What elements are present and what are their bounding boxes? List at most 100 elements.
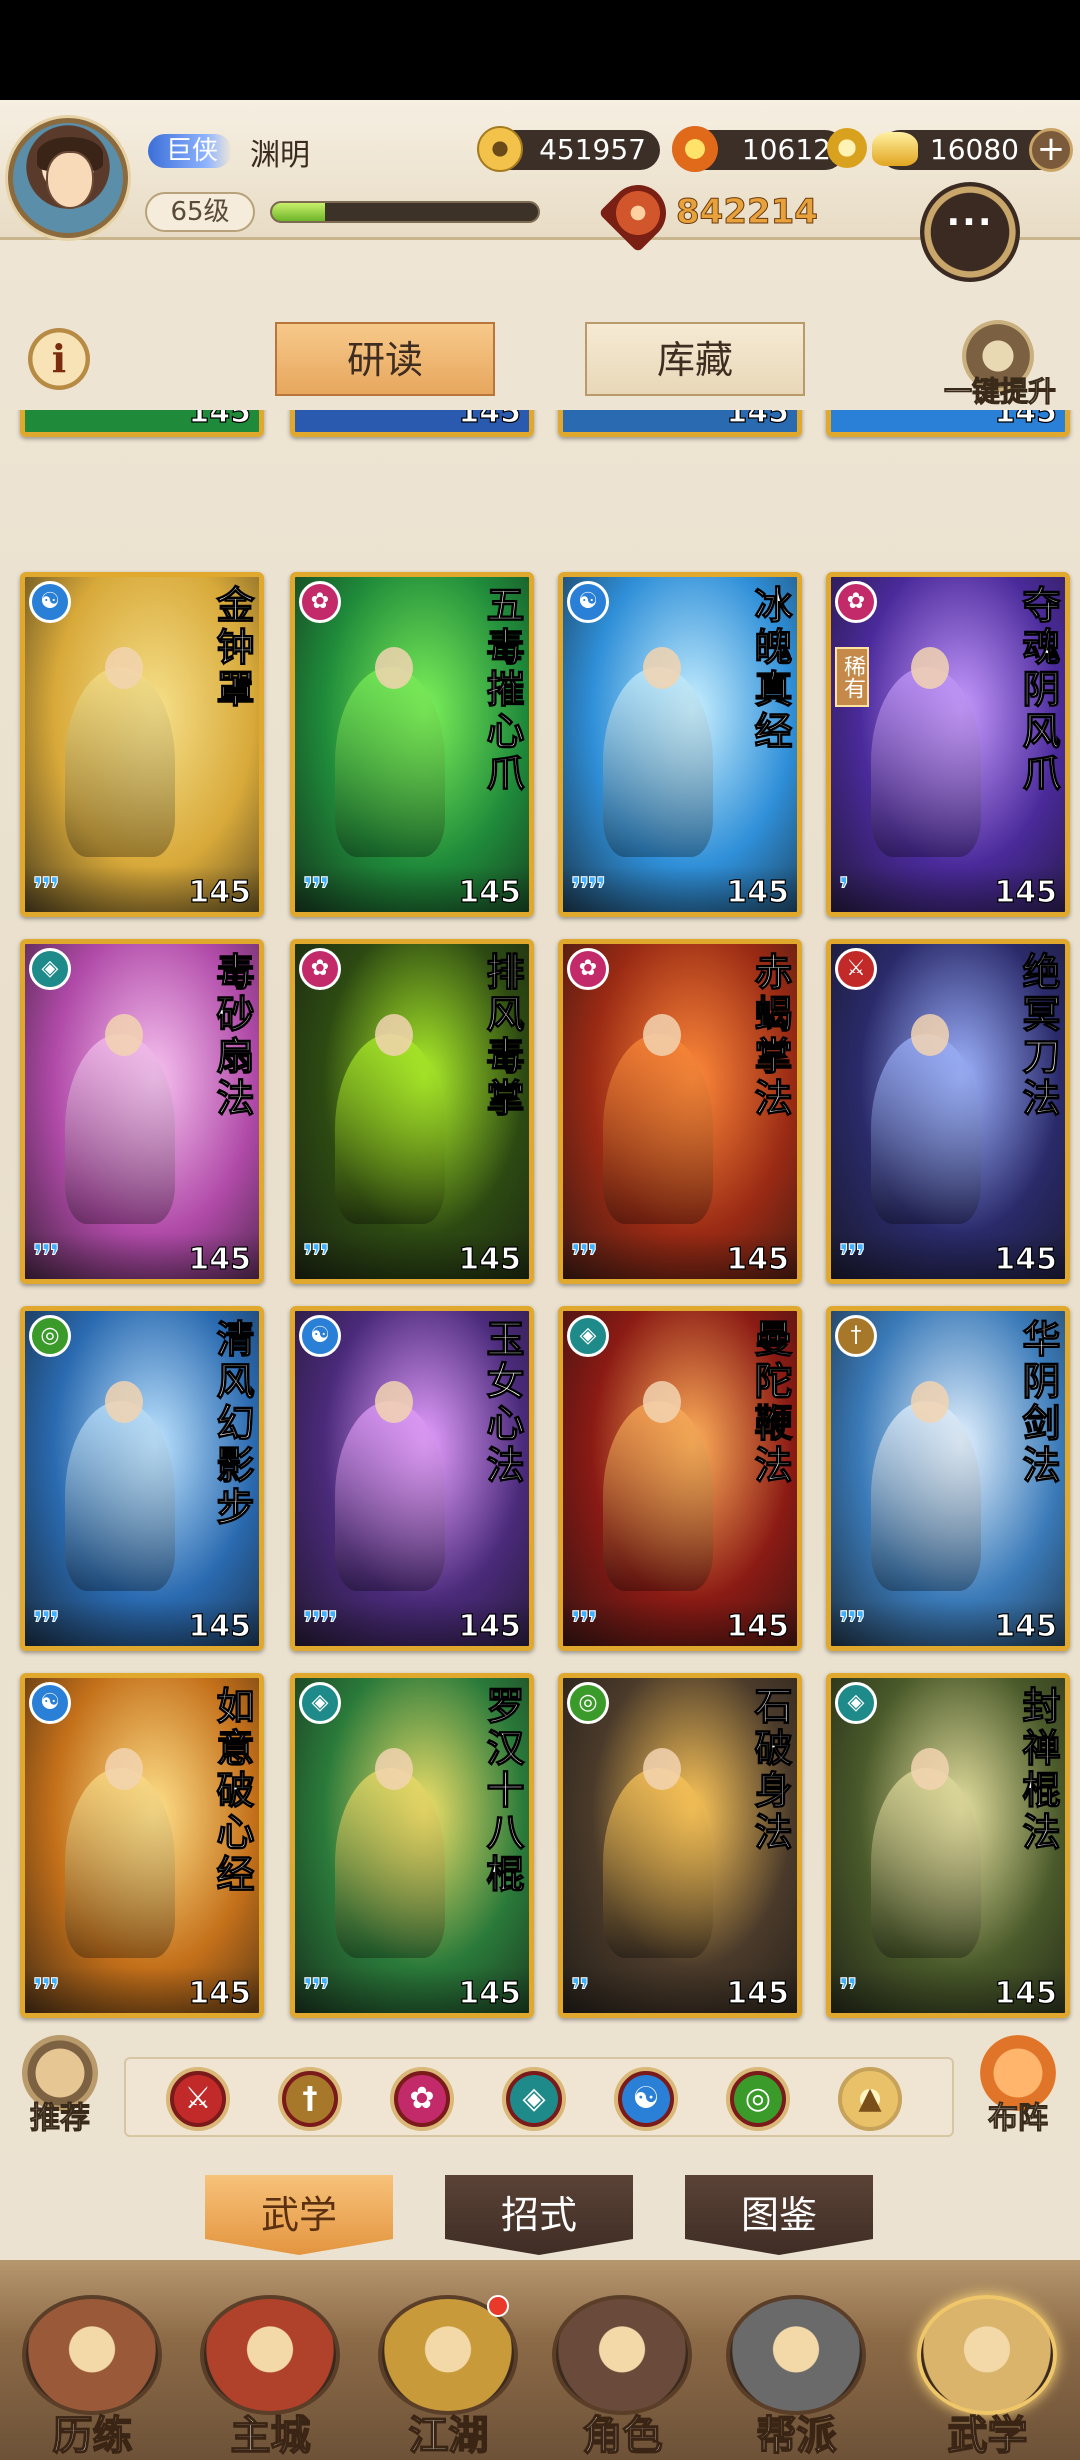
card-character: [65, 1401, 175, 1591]
tab-storage[interactable]: 库藏: [585, 322, 805, 396]
skill-card-partial[interactable]: 145 ❜❜❜❜: [558, 410, 802, 437]
formation-button[interactable]: 布阵: [970, 2035, 1066, 2141]
card-character: [871, 667, 981, 857]
taiji-icon[interactable]: ☯: [614, 2067, 678, 2131]
card-name: 排风毒掌: [479, 951, 525, 1120]
card-character: [65, 1034, 175, 1224]
skill-card[interactable]: ✿ 赤蝎掌法 ❜❜❜ 145: [558, 939, 802, 1284]
nav-label: 历练: [52, 2412, 134, 2460]
card-stars: ❜❜❜❜: [302, 410, 338, 429]
card-level: 145: [994, 1608, 1058, 1644]
arrow-up-icon[interactable]: ▲: [838, 2067, 902, 2131]
card-stars: ❜❜: [571, 1971, 591, 2010]
card-character-head: [105, 1014, 143, 1056]
skill-card[interactable]: ☯ 如意破心经 ❜❜❜ 145: [20, 1673, 264, 2018]
lotus-icon: ✿: [567, 948, 609, 990]
sect-filter-panel: ⚔ † ✿ ◈ ☯ ◎ ▲: [124, 2057, 954, 2137]
card-level: 145: [994, 1975, 1058, 2011]
card-character-head: [105, 1381, 143, 1423]
nav-item-guild[interactable]: 帮派: [714, 2295, 879, 2460]
card-character: [603, 1034, 713, 1224]
chat-button[interactable]: [920, 182, 1020, 282]
card-character: [335, 1401, 445, 1591]
nav-item-training[interactable]: 历练: [10, 2295, 175, 2460]
player-avatar[interactable]: [8, 118, 128, 238]
card-character: [871, 1401, 981, 1591]
skill-card-partial[interactable]: 145 ❜❜❜❜: [20, 410, 264, 437]
card-stars: ❜❜❜: [33, 1604, 61, 1643]
card-character-head: [643, 1748, 681, 1790]
card-character-head: [643, 647, 681, 689]
skill-card[interactable]: ◈ 封禅棍法 ❜❜ 145: [826, 1673, 1070, 2018]
lotus-icon: ✿: [299, 948, 341, 990]
card-stars: ❜❜❜❜: [32, 410, 68, 429]
sword-icon[interactable]: †: [278, 2067, 342, 2131]
nav-item-scroll[interactable]: 武学: [905, 2295, 1070, 2460]
ingot-icon: [827, 128, 867, 168]
card-level: 145: [188, 410, 252, 431]
card-stars: ❜❜❜: [571, 1604, 599, 1643]
card-name: 封禅棍法: [1015, 1685, 1061, 1854]
recommend-button[interactable]: 推荐: [12, 2035, 108, 2141]
card-stars: ❜❜❜: [303, 870, 331, 909]
card-stars: ❜❜❜: [33, 870, 61, 909]
nav-label: 江湖: [408, 2412, 490, 2460]
nav-item-city[interactable]: 主城: [188, 2295, 353, 2460]
tab-study[interactable]: 研读: [275, 322, 495, 396]
subtab-martial-arts[interactable]: 武学: [205, 2175, 393, 2255]
card-character: [65, 667, 175, 857]
taiji-icon: ☯: [29, 581, 71, 623]
card-level: 145: [994, 1241, 1058, 1277]
card-character-head: [105, 647, 143, 689]
card-character: [603, 1768, 713, 1958]
skill-card[interactable]: ⚔ 绝冥刀法 ❜❜❜ 145: [826, 939, 1070, 1284]
skill-card-partial[interactable]: 145 ❜❜❜❜: [290, 410, 534, 437]
swirl-icon: ◎: [567, 1682, 609, 1724]
card-name: 石破身法: [747, 1685, 793, 1854]
jade-value: 10612: [741, 133, 831, 166]
card-stars: ❜❜❜❜: [570, 870, 606, 909]
skill-card[interactable]: ◈ 曼陀鞭法 ❜❜❜ 145: [558, 1306, 802, 1651]
skill-card[interactable]: ☯ 金钟罩 ❜❜❜ 145: [20, 572, 264, 917]
skill-card[interactable]: ✿ 五毒摧心爪 ❜❜❜ 145: [290, 572, 534, 917]
subtab-codex[interactable]: 图鉴: [685, 2175, 873, 2255]
avatar-face: [46, 151, 94, 209]
card-name: 五毒摧心爪: [479, 584, 525, 795]
skill-card[interactable]: ☯ 冰魄真经 ❜❜❜❜ 145: [558, 572, 802, 917]
formation-label: 布阵: [988, 2101, 1049, 2137]
card-stars: ❜❜❜: [571, 1237, 599, 1276]
recommend-label: 推荐: [30, 2101, 91, 2137]
lotus-icon[interactable]: ✿: [390, 2067, 454, 2131]
card-character-head: [911, 1381, 949, 1423]
card-stars: ❜: [838, 870, 849, 909]
card-character-head: [105, 1748, 143, 1790]
skill-card[interactable]: ◈ 毒砂扇法 ❜❜❜ 145: [20, 939, 264, 1284]
card-name: 如意破心经: [209, 1685, 255, 1896]
jade-icon: [672, 126, 718, 172]
skill-card[interactable]: ✿ 排风毒掌 ❜❜❜ 145: [290, 939, 534, 1284]
skill-card[interactable]: ◈ 罗汉十八棍 ❜❜❜ 145: [290, 1673, 534, 2018]
card-character: [603, 1401, 713, 1591]
nav-item-character[interactable]: 角色: [540, 2295, 705, 2460]
card-stars: ❜❜❜❜: [838, 410, 874, 429]
nav-item-jianghu[interactable]: 江湖: [366, 2295, 531, 2460]
rank-badge: 巨侠: [148, 134, 233, 168]
swirl-icon[interactable]: ◎: [726, 2067, 790, 2131]
skill-card[interactable]: ✿ 稀有 夺魂阴风爪 ❜ 145: [826, 572, 1070, 917]
info-button[interactable]: i: [28, 328, 90, 390]
skill-card[interactable]: ☯ 玉女心法 ❜❜❜❜ 145: [290, 1306, 534, 1651]
skill-card[interactable]: ◎ 清风幻影步 ❜❜❜ 145: [20, 1306, 264, 1651]
skill-card-partial[interactable]: 145 ❜❜❜❜: [826, 410, 1070, 437]
nav-label: 角色: [582, 2412, 664, 2460]
subtab-moves[interactable]: 招式: [445, 2175, 633, 2255]
fan-icon[interactable]: ◈: [502, 2067, 566, 2131]
exp-bar: [270, 201, 540, 223]
jade-counter: 10612: [672, 126, 867, 172]
skill-card[interactable]: † 华阴剑法 ❜❜❜ 145: [826, 1306, 1070, 1651]
fan-icon: ◈: [299, 1682, 341, 1724]
skill-card[interactable]: ◎ 石破身法 ❜❜ 145: [558, 1673, 802, 2018]
blade-icon[interactable]: ⚔: [166, 2067, 230, 2131]
card-character: [603, 667, 713, 857]
card-character-head: [643, 1381, 681, 1423]
add-gold-button[interactable]: +: [1029, 128, 1073, 172]
